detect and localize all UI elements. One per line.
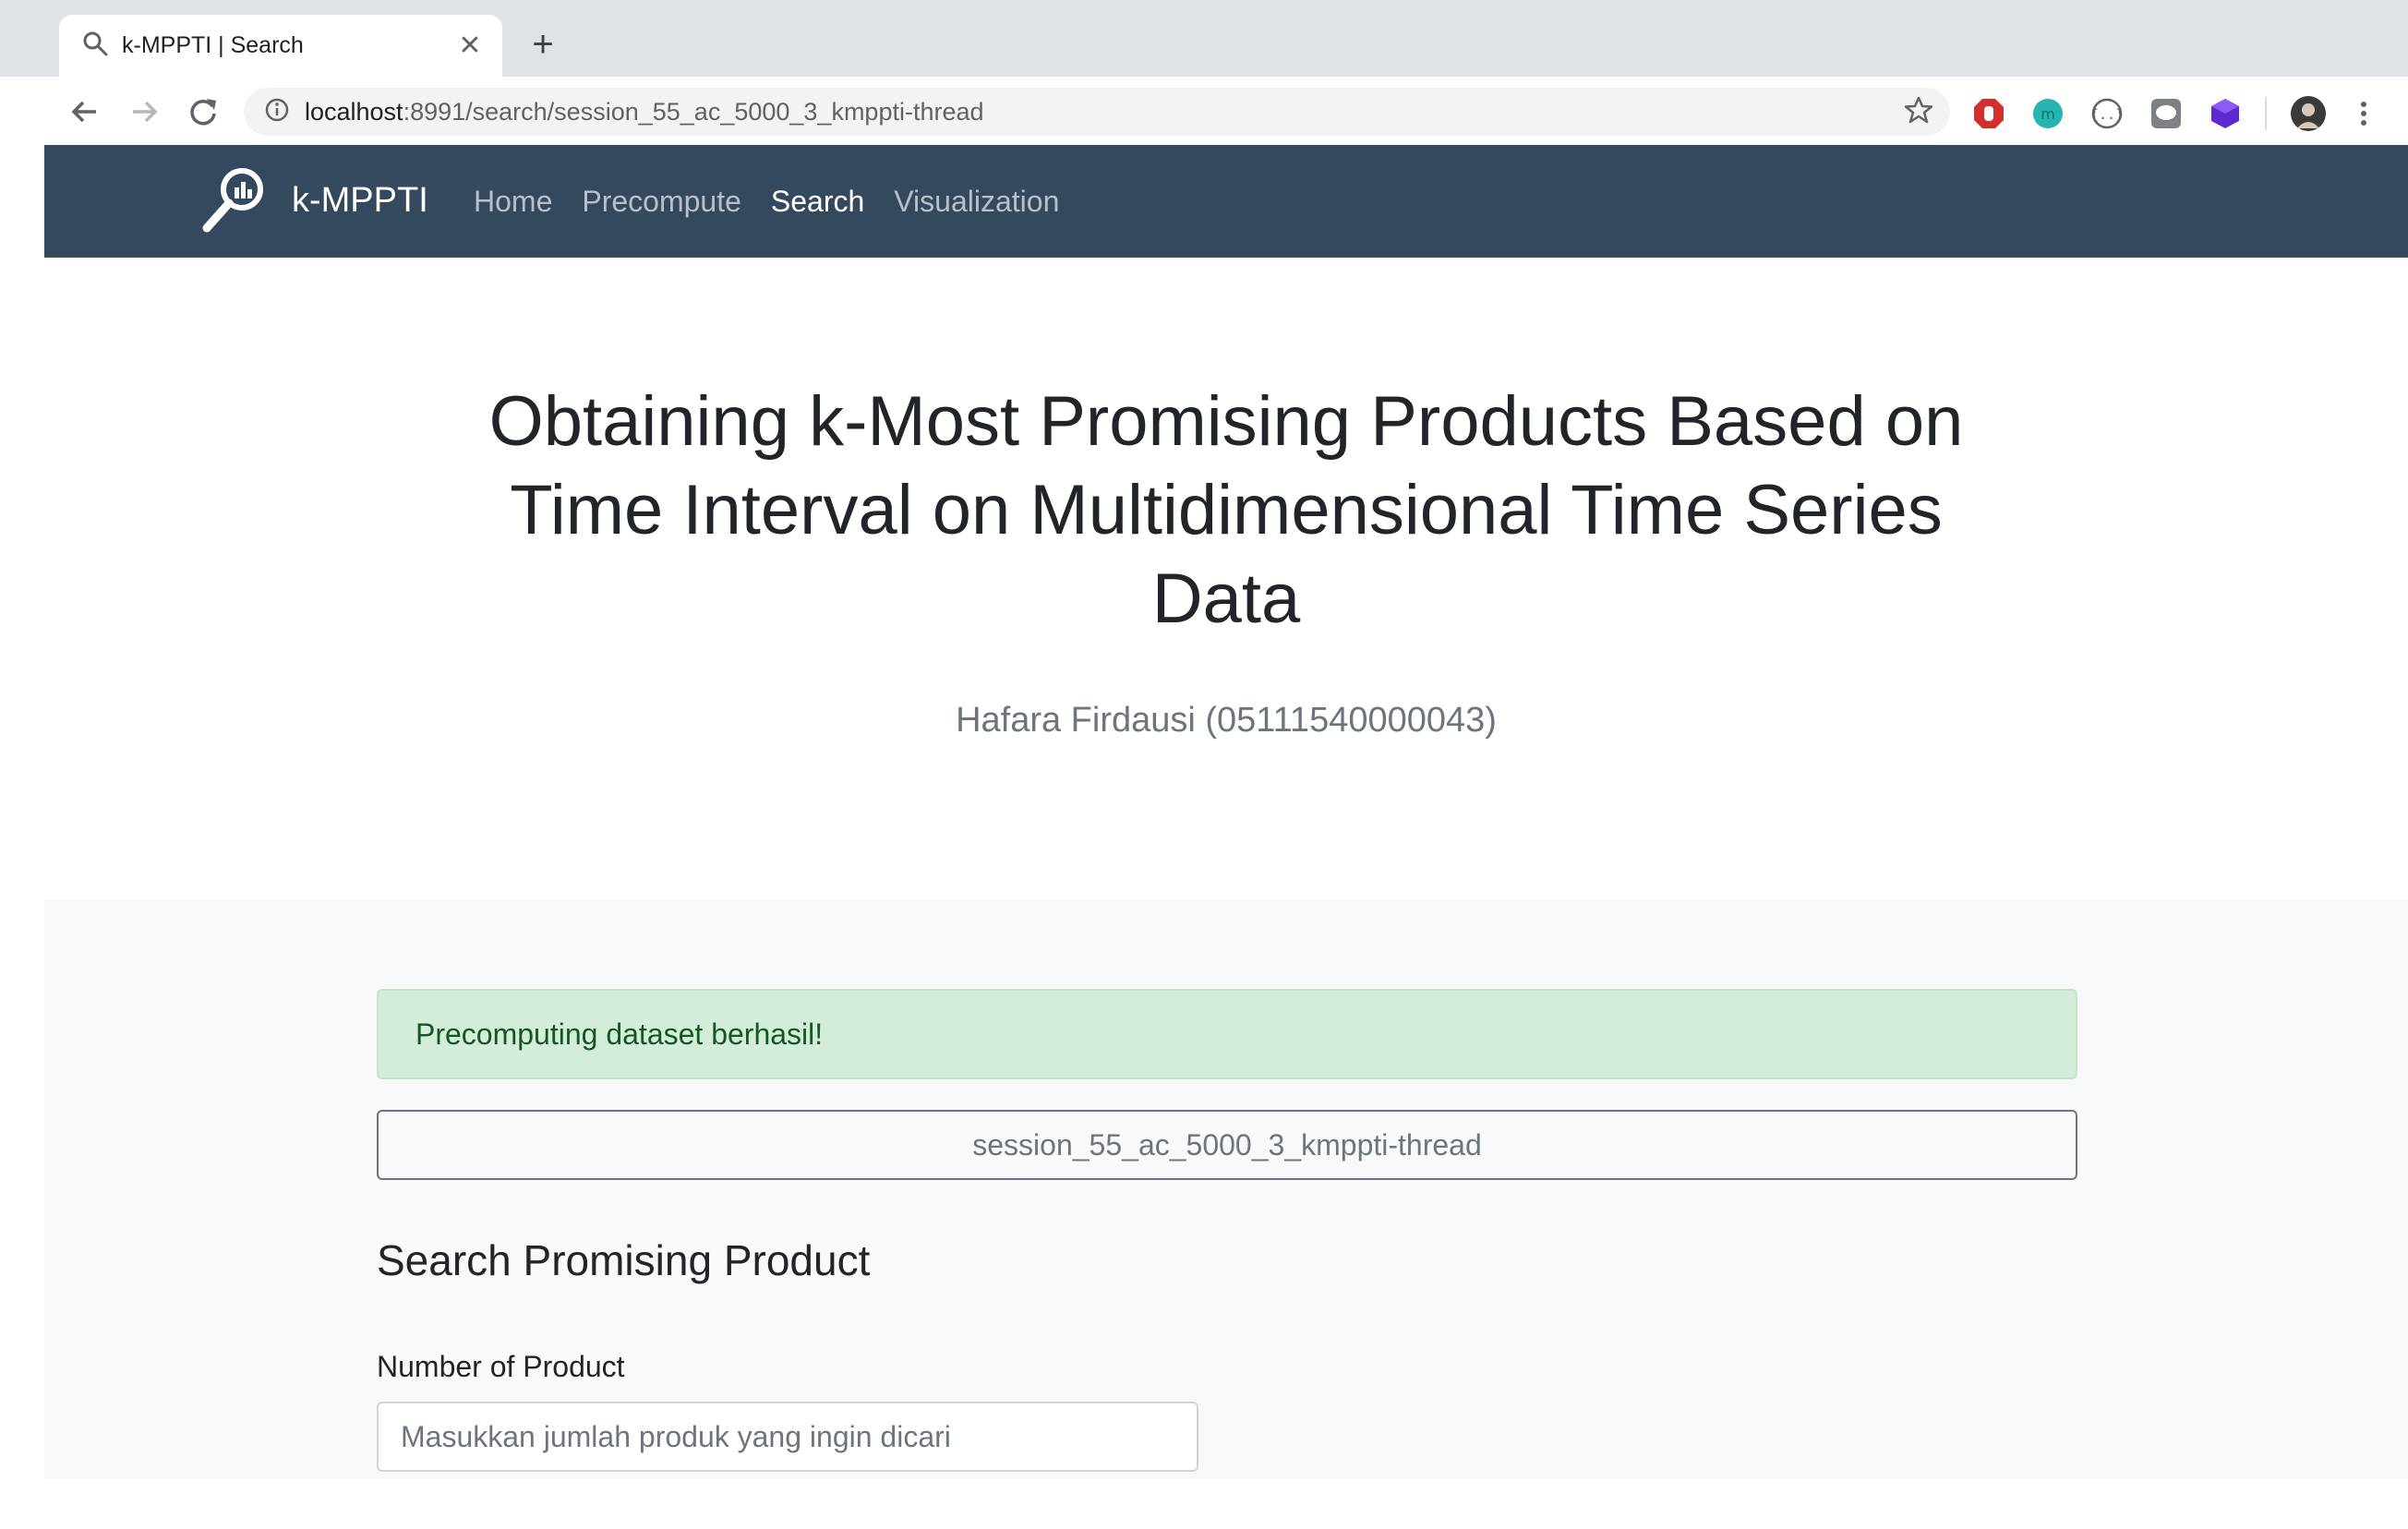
- forward-arrow-icon[interactable]: [124, 91, 164, 132]
- close-icon[interactable]: ✕: [456, 30, 484, 62]
- svg-text:m: m: [2041, 105, 2055, 123]
- tab-title: k-MPPTI | Search: [122, 32, 304, 58]
- back-arrow-icon[interactable]: [65, 91, 105, 132]
- brand-link[interactable]: k-MPPTI: [199, 163, 428, 237]
- profile-avatar[interactable]: [2290, 95, 2327, 132]
- toolbar-divider: [2265, 97, 2267, 130]
- address-bar[interactable]: localhost:8991/search/session_55_ac_5000…: [244, 88, 1950, 136]
- search-icon: [81, 30, 109, 62]
- dataset-button[interactable]: session_55_ac_5000_3_kmppti-thread: [377, 1110, 2077, 1180]
- reload-icon[interactable]: [183, 91, 223, 132]
- nav-link-precompute[interactable]: Precompute: [582, 185, 741, 219]
- magnifier-chart-logo: [199, 162, 273, 240]
- nav-link-visualization[interactable]: Visualization: [894, 185, 1059, 219]
- url-path: :8991/search/session_55_ac_5000_3_kmppti…: [403, 97, 984, 126]
- adblock-icon[interactable]: [1972, 97, 2005, 130]
- browser-tab-strip: k-MPPTI | Search ✕ +: [0, 0, 2408, 77]
- purple-cube-extension-icon[interactable]: [2209, 97, 2242, 130]
- hero-section: Obtaining k-Most Promising Products Base…: [44, 258, 2408, 899]
- url-text: localhost:8991/search/session_55_ac_5000…: [305, 98, 1904, 126]
- star-icon[interactable]: [1904, 95, 1933, 129]
- info-icon[interactable]: [264, 97, 290, 127]
- nav-links: Home Precompute Search Visualization: [474, 145, 1089, 258]
- browser-tab[interactable]: k-MPPTI | Search ✕: [59, 15, 502, 77]
- site-navbar: k-MPPTI Home Precompute Search Visualiza…: [44, 145, 2408, 258]
- url-host: localhost: [305, 97, 403, 126]
- number-of-product-input[interactable]: [377, 1402, 1198, 1472]
- number-of-product-label: Number of Product: [377, 1350, 625, 1383]
- brand-name: k-MPPTI: [292, 180, 428, 220]
- browser-toolbar: localhost:8991/search/session_55_ac_5000…: [0, 77, 2408, 145]
- svg-text:{..}: {..}: [2090, 106, 2124, 123]
- search-section: Precomputing dataset berhasil! session_5…: [44, 899, 2408, 1479]
- nav-link-search[interactable]: Search: [771, 185, 864, 219]
- author-subtitle: Hafara Firdausi (05111540000043): [956, 701, 1497, 740]
- line-extension-icon[interactable]: [2149, 97, 2183, 130]
- new-tab-icon[interactable]: +: [523, 24, 563, 65]
- section-title: Search Promising Product: [377, 1236, 871, 1284]
- nav-link-home[interactable]: Home: [474, 185, 552, 219]
- page-title: Obtaining k-Most Promising Products Base…: [488, 382, 1964, 638]
- more-menu-icon[interactable]: [2353, 97, 2375, 130]
- braces-extension-icon[interactable]: {..}: [2090, 97, 2124, 130]
- success-alert: Precomputing dataset berhasil!: [377, 989, 2077, 1079]
- teal-circle-extension-icon[interactable]: m: [2031, 97, 2065, 130]
